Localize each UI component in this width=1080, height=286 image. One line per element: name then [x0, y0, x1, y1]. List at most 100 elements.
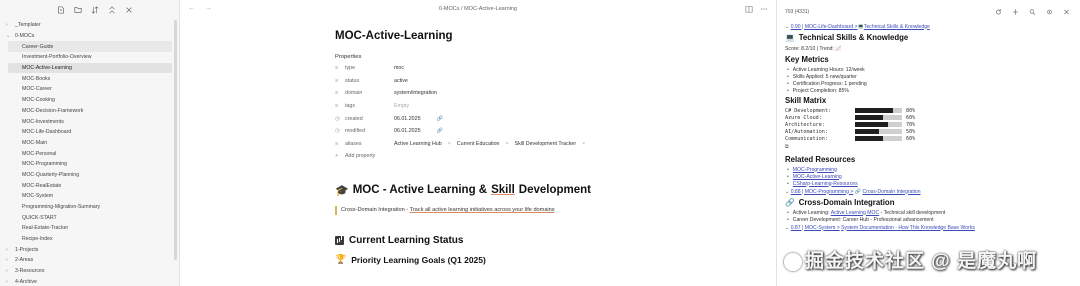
explorer-toolbar — [0, 0, 179, 20]
file-item[interactable]: MOC-Main — [0, 138, 178, 149]
file-item[interactable]: Real-Estate-Tracker — [0, 223, 178, 234]
integration-link[interactable]: Active Learning MOC — [831, 210, 879, 216]
result-link-1[interactable]: ⌄ 0.90 | MOC-Life-Dashboard > 💻 Technica… — [785, 22, 1075, 31]
file-item[interactable]: MOC-Cooking — [0, 95, 178, 106]
file-item[interactable]: MOC-Decision-Framework — [0, 106, 178, 117]
result-link-2-prefix[interactable]: 0.88 | MOC-Programming > — [791, 189, 854, 195]
property-key: tags — [345, 103, 356, 110]
document: MOC-Active-Learning Properties ≡ type moc ≡… — [335, 30, 775, 266]
link-icon[interactable]: 🔗 — [437, 116, 443, 122]
result-link-2-target[interactable]: Cross-Domain Integration — [863, 189, 921, 195]
plus-icon: + — [335, 153, 339, 160]
integration-rest: - Technical skill development — [880, 209, 946, 216]
file-item[interactable]: MOC-Active-Learning — [8, 62, 172, 74]
file-item[interactable]: MOC-RealEstate — [0, 180, 178, 191]
file-item[interactable]: Investment-Portfolio-Overview — [0, 52, 178, 63]
chevron-down-icon[interactable]: ⌄ — [6, 33, 15, 39]
close-icon[interactable]: × — [582, 141, 585, 147]
result-link-2[interactable]: ⌄ 0.88 | MOC-Programming > 🔗 Cross-Domai… — [785, 187, 1075, 196]
result-link-3-prefix[interactable]: 0.87 | MOC-System > — [791, 225, 840, 231]
close-icon[interactable] — [1063, 8, 1070, 15]
heading-moc-prefix: MOC - Active Learning & — [352, 184, 488, 197]
more-options-icon[interactable] — [760, 5, 768, 13]
copy-icon[interactable]: ⧉ — [785, 144, 1075, 153]
add-property-button[interactable]: + Add property — [335, 150, 775, 162]
file-item[interactable]: Career-Guide — [8, 41, 172, 53]
score-line: Score: 8.2/10 | Trend: 📈 — [785, 44, 1075, 53]
property-row-domain[interactable]: ≡ domain system/integration — [335, 87, 775, 100]
related-link[interactable]: CSharp-Learning-Resources — [793, 181, 858, 187]
property-row-status[interactable]: ≡ status active — [335, 75, 775, 88]
property-value-text: active — [394, 77, 408, 84]
file-item[interactable]: MOC-Personal — [0, 148, 178, 159]
result-link-3-target[interactable]: System Documentation - How This Knowledg… — [841, 225, 975, 231]
chevron-right-icon[interactable]: › — [6, 247, 15, 253]
chevron-right-icon[interactable]: › — [6, 279, 15, 285]
property-value[interactable]: 06.01.2025 🔗 — [394, 116, 443, 122]
file-item[interactable]: MOC-Books — [0, 73, 178, 84]
tree-item-label: MOC-Personal — [22, 150, 57, 157]
book-icon[interactable] — [745, 5, 753, 13]
search-icon[interactable] — [1029, 8, 1036, 15]
folder-item[interactable]: › _Templater — [0, 20, 178, 31]
sidebar-scrollbar[interactable] — [174, 20, 177, 260]
watermark-text: 掘金技术社区 @ 是魔丸啊 — [805, 251, 1038, 272]
result-link-3[interactable]: ⌄ 0.87 | MOC-System > System Documentati… — [785, 223, 1075, 232]
page-title[interactable]: MOC-Active-Learning — [335, 30, 775, 46]
result-link-1-target[interactable]: Technical Skills & Knowledge — [864, 24, 930, 30]
property-value[interactable]: Active Learning Hub × Current Education × Sk… — [394, 141, 585, 147]
property-row-modified[interactable]: ◷ modified 06.01.2025 🔗 — [335, 125, 775, 138]
file-item[interactable]: Programming-Migration-Summary — [0, 202, 178, 213]
chevron-right-icon[interactable]: › — [6, 257, 15, 263]
alias-chip[interactable]: Active Learning Hub — [394, 141, 442, 147]
property-value[interactable]: moc — [394, 65, 404, 71]
related-link[interactable]: MOC-Active-Learning — [793, 174, 842, 180]
link-icon[interactable]: 🔗 — [437, 128, 443, 134]
file-item[interactable]: QUICK-START — [0, 212, 178, 223]
property-row-created[interactable]: ◷ created 06.01.2025 🔗 — [335, 112, 775, 125]
editor-pane: ← → 0-MOCs / MOC-Active-Learning MOC-Act… — [180, 0, 776, 286]
skill-bar — [855, 108, 902, 113]
property-value[interactable]: active — [394, 78, 408, 84]
related-link[interactable]: MOC-Programming — [793, 167, 837, 173]
refresh-icon[interactable] — [995, 8, 1002, 15]
result-link-1-prefix[interactable]: 0.90 | MOC-Life-Dashboard > — [791, 24, 858, 30]
chevron-right-icon[interactable]: › — [6, 268, 15, 274]
file-item[interactable]: MOC-Quarterly-Planning — [0, 170, 178, 181]
close-icon[interactable] — [125, 6, 133, 14]
close-icon[interactable]: × — [448, 141, 451, 147]
folder-item[interactable]: › 3-Resources — [0, 266, 178, 277]
settings-icon[interactable] — [1046, 8, 1053, 15]
property-value[interactable]: 06.01.2025 🔗 — [394, 128, 443, 134]
file-item[interactable]: Recipe-Index — [0, 234, 178, 245]
file-item[interactable]: MOC-System — [0, 191, 178, 202]
folder-item[interactable]: › 4-Archive — [0, 277, 178, 286]
property-row-type[interactable]: ≡ type moc — [335, 62, 775, 75]
new-note-icon[interactable] — [57, 6, 65, 14]
close-icon[interactable]: × — [506, 141, 509, 147]
new-folder-icon[interactable] — [73, 6, 82, 14]
folder-item[interactable]: › 1-Projects — [0, 244, 178, 255]
alias-chip[interactable]: Current Education — [457, 141, 500, 147]
bar-chart-icon — [335, 235, 344, 245]
sort-icon[interactable] — [91, 6, 99, 14]
pin-icon[interactable] — [1012, 8, 1019, 15]
property-value[interactable]: Empty — [394, 103, 409, 109]
file-item[interactable]: MOC-Career — [0, 84, 178, 95]
folder-item[interactable]: › 2-Areas — [0, 255, 178, 266]
breadcrumb[interactable]: 0-MOCs / MOC-Active-Learning — [180, 6, 776, 12]
graduation-cap-icon: 🎓 — [335, 184, 349, 197]
alias-chip[interactable]: Skill Development Tracker — [515, 141, 577, 147]
section-cross-domain-text: Cross-Domain Integration — [798, 198, 895, 207]
property-value[interactable]: system/integration — [394, 90, 437, 96]
file-item[interactable]: MOC-Programming — [0, 159, 178, 170]
property-row-tags[interactable]: ≡ tags Empty — [335, 100, 775, 113]
collapse-icon[interactable] — [108, 6, 116, 14]
folder-item[interactable]: ⌄ 0-MOCs — [0, 31, 178, 42]
right-pane-content: ⌄ 0.90 | MOC-Life-Dashboard > 💻 Technica… — [785, 22, 1075, 232]
chevron-right-icon[interactable]: › — [6, 22, 15, 28]
file-item[interactable]: MOC-Investments — [0, 116, 178, 127]
calendar-icon: ◷ — [335, 115, 340, 122]
property-row-aliases[interactable]: ≡ aliases Active Learning Hub × Current Educ… — [335, 138, 775, 151]
file-item[interactable]: MOC-Life-Dashboard — [0, 127, 178, 138]
